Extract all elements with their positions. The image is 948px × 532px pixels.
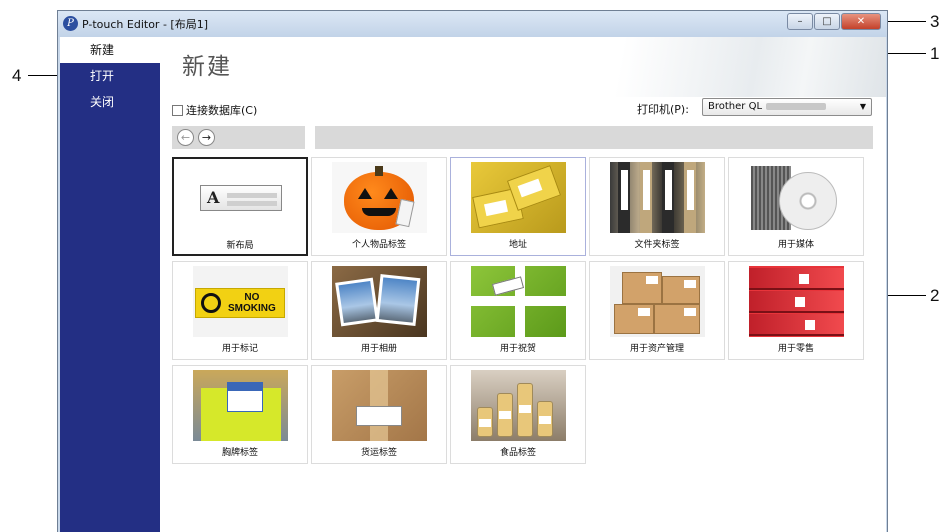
template-label: 用于祝贺 [499, 344, 536, 354]
template-retail[interactable]: 用于零售 [728, 261, 864, 360]
food-photo [471, 370, 566, 441]
template-label: 文件夹标签 [634, 240, 680, 250]
connect-database-option[interactable]: 连接数据库(C) [172, 102, 257, 118]
printer-select-value: Brother QL [708, 101, 763, 112]
template-label: 用于标记 [221, 344, 258, 354]
template-shipping[interactable]: 货运标签 [311, 365, 447, 464]
maximize-button[interactable]: □ [814, 13, 840, 30]
template-label: 地址 [508, 240, 527, 250]
template-asset-management[interactable]: 用于资产管理 [589, 261, 725, 360]
template-food[interactable]: 食品标签 [450, 365, 586, 464]
album-photo [332, 266, 427, 337]
sidebar-item-open[interactable]: 打开 [60, 63, 160, 89]
back-arrow-icon[interactable]: ← [177, 129, 194, 146]
sidebar-item-close[interactable]: 关闭 [60, 89, 160, 115]
connect-database-checkbox[interactable] [172, 104, 183, 116]
navigation-bar: ← → [172, 126, 305, 149]
printer-select[interactable]: Brother QL ▼ [702, 98, 872, 116]
template-address[interactable]: 地址 [450, 157, 586, 256]
template-label: 用于相册 [360, 344, 397, 354]
callout-4: 4 [12, 66, 22, 85]
template-signs[interactable]: NO SMOKING 用于标记 [172, 261, 308, 360]
retail-photo [749, 266, 844, 337]
printer-model-redacted [766, 102, 827, 110]
ptouch-app-icon: P [63, 16, 78, 31]
callout-1: 1 [930, 44, 940, 63]
template-label: 个人物品标签 [351, 240, 406, 250]
connect-database-label: 连接数据库(C) [186, 104, 258, 117]
pumpkin-photo [332, 162, 427, 233]
callout-3: 3 [930, 12, 940, 31]
main-panel: 新建 连接数据库(C) 打印机(P): Brother QL ▼ ← → A 新… [160, 37, 886, 532]
template-album[interactable]: 用于相册 [311, 261, 447, 360]
asset-photo [610, 266, 705, 337]
no-smoking-text: NO SMOKING [228, 292, 276, 314]
template-folder-labels[interactable]: 文件夹标签 [589, 157, 725, 256]
forward-arrow-icon[interactable]: → [198, 129, 215, 146]
folder-photo [610, 162, 705, 233]
path-bar [315, 126, 873, 149]
header-decoration [556, 37, 886, 97]
template-label: 用于零售 [777, 344, 814, 354]
sidebar-item-new[interactable]: 新建 [60, 37, 160, 63]
template-new-layout[interactable]: A 新布局 [172, 157, 308, 256]
app-window: P P-touch Editor - [布局1] – □ ✕ 新建 打开 关闭 … [57, 10, 888, 532]
sidebar: 新建 打开 关闭 [60, 37, 160, 532]
template-label: 胸牌标签 [221, 448, 258, 458]
address-photo [471, 162, 566, 233]
page-title: 新建 [182, 54, 232, 80]
template-label: 用于媒体 [777, 240, 814, 250]
template-label: 新布局 [226, 241, 254, 251]
template-label: 货运标签 [360, 448, 397, 458]
gift-photo [471, 266, 566, 337]
shipping-photo [332, 370, 427, 441]
template-congratulations[interactable]: 用于祝贺 [450, 261, 586, 360]
sign-photo: NO SMOKING [193, 266, 288, 337]
template-media[interactable]: 用于媒体 [728, 157, 864, 256]
template-name-badge[interactable]: 胸牌标签 [172, 365, 308, 464]
template-label: 用于资产管理 [629, 344, 684, 354]
printer-label: 打印机(P): [637, 103, 689, 116]
callout-2: 2 [930, 286, 940, 305]
title-bar[interactable]: P P-touch Editor - [布局1] – □ ✕ [58, 11, 887, 37]
close-button[interactable]: ✕ [841, 13, 881, 30]
dropdown-arrow-icon: ▼ [859, 102, 866, 111]
template-label: 食品标签 [499, 448, 536, 458]
template-personal-items[interactable]: 个人物品标签 [311, 157, 447, 256]
new-layout-icon: A [194, 163, 289, 234]
badge-photo [193, 370, 288, 441]
window-title: P-touch Editor - [布局1] [82, 18, 208, 31]
minimize-button[interactable]: – [787, 13, 813, 30]
media-photo [749, 162, 844, 233]
